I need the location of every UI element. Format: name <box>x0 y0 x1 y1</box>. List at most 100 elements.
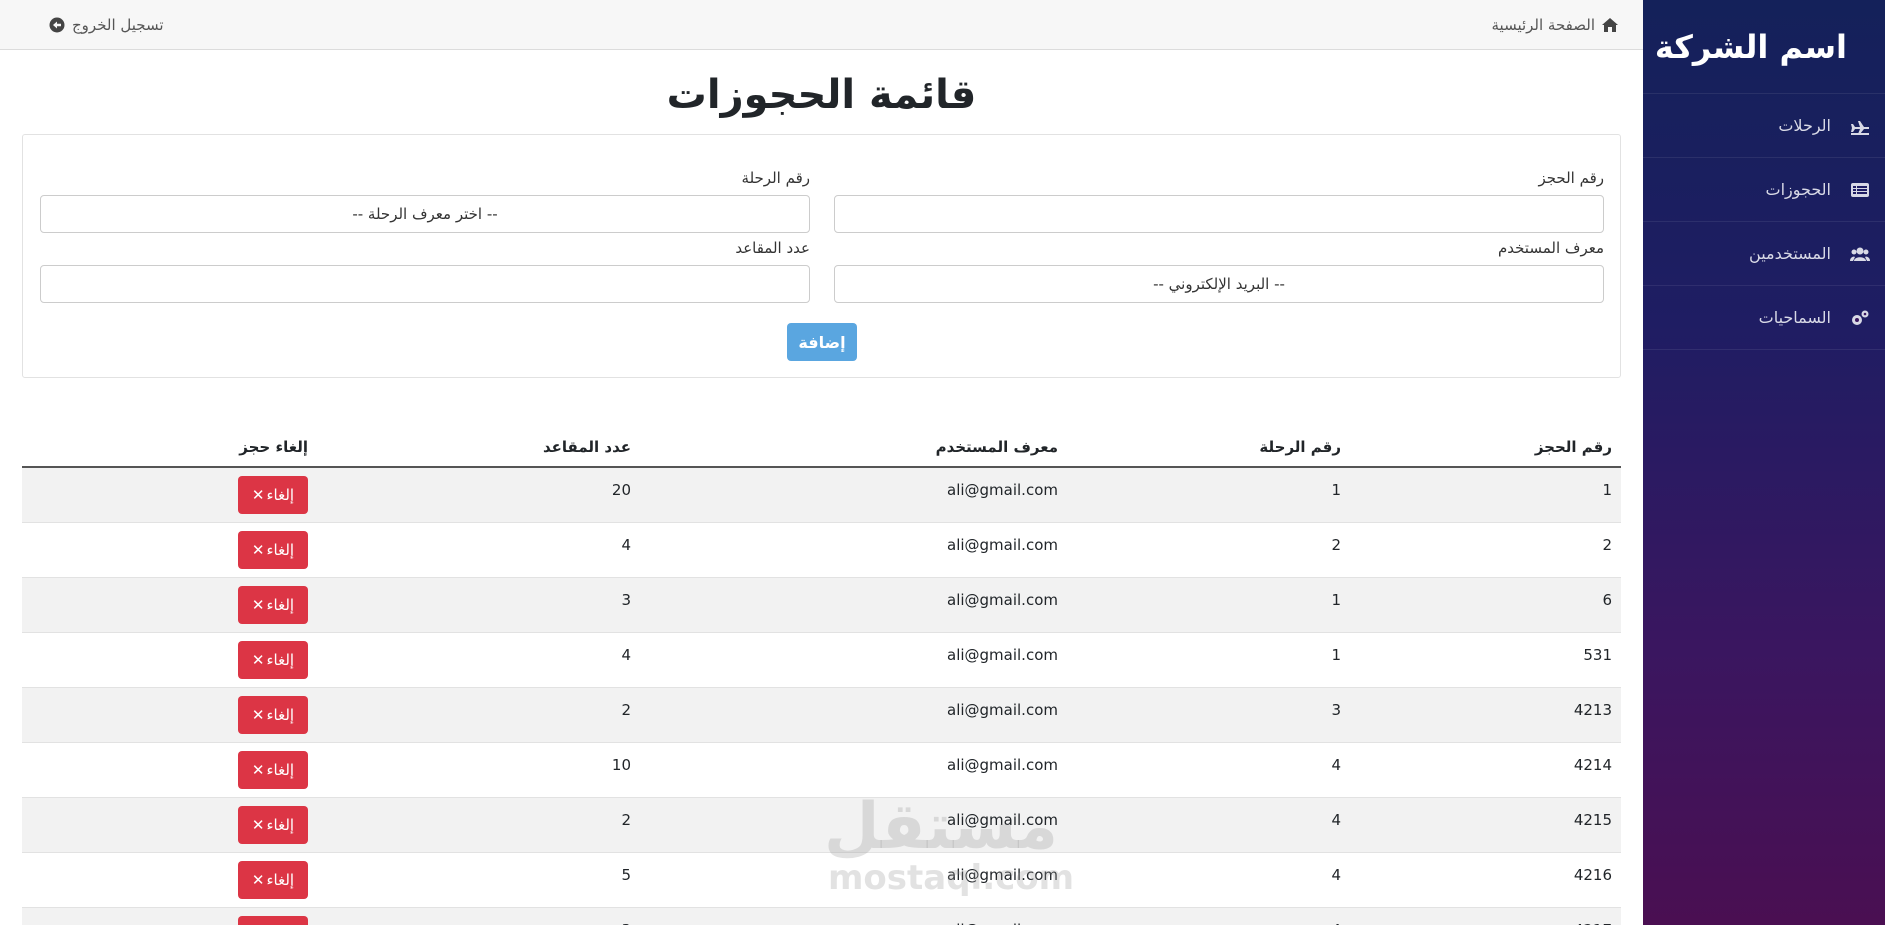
table-row: 4216 4 ali@gmail.com 5 إلغاء ✕ <box>22 853 1621 908</box>
cell-booking-no: 2 <box>1602 536 1612 554</box>
cell-booking-no: 4213 <box>1573 701 1612 719</box>
sidebar-item-bookings[interactable]: الحجوزات <box>1643 158 1885 222</box>
cell-booking-no: 4216 <box>1573 866 1612 884</box>
bookings-table: رقم الحجز رقم الرحلة معرف المستخدم عدد ا… <box>22 428 1621 925</box>
home-link[interactable]: الصفحة الرئيسية <box>1492 16 1620 34</box>
sidebar-item-label: السماحيات <box>1758 308 1831 327</box>
booking-no-label: رقم الحجز <box>1538 169 1604 187</box>
cell-user-id: ali@gmail.com <box>947 481 1058 499</box>
cell-user-id: ali@gmail.com <box>947 756 1058 774</box>
table-row: 1 1 ali@gmail.com 20 إلغاء ✕ <box>22 468 1621 523</box>
seats-label: عدد المقاعد <box>735 239 810 257</box>
cell-cancel: إلغاء✕ <box>22 578 317 632</box>
cancel-booking-button[interactable]: إلغاء✕ <box>238 586 308 624</box>
sidebar-item-permissions[interactable]: السماحيات <box>1643 286 1885 350</box>
sidebar-item-label: الرحلات <box>1778 116 1831 135</box>
seats-input[interactable] <box>40 265 810 303</box>
cell-seats: 2 <box>621 701 631 719</box>
cancel-booking-button[interactable]: إلغاء✕ <box>238 751 308 789</box>
header-cancel: إلغاء حجز <box>239 438 308 456</box>
cell-user-id: ali@gmail.com <box>947 646 1058 664</box>
cell-booking-no: 4217 <box>1350 908 1621 925</box>
cell-user-id: ali@gmail.com <box>640 908 1067 925</box>
cell-cancel: إلغاء✕ <box>22 798 317 852</box>
booking-no-field: رقم الحجز <box>834 169 1604 233</box>
flight-no-select[interactable]: -- اختر معرف الرحلة -- <box>40 195 810 233</box>
page-title: قائمة الحجوزات <box>666 72 977 118</box>
cell-flight-no: 4 <box>1331 756 1341 774</box>
booking-no-input[interactable] <box>834 195 1604 233</box>
sidebar-item-label: المستخدمين <box>1749 244 1831 263</box>
cancel-button-label: إلغاء <box>266 486 295 504</box>
cell-flight-no: 3 <box>1331 701 1341 719</box>
cell-user-id: ali@gmail.com <box>947 701 1058 719</box>
cancel-booking-button[interactable]: إلغاء✕ <box>238 861 308 899</box>
flight-no-field: رقم الرحلة -- اختر معرف الرحلة -- <box>40 169 810 233</box>
close-icon: ✕ <box>251 871 265 889</box>
cell-flight-no: 1 <box>1331 481 1341 499</box>
logout-link-label: تسجيل الخروج <box>72 15 164 34</box>
cell-seats: 5 <box>621 866 631 884</box>
cell-seats: 10 <box>611 756 631 774</box>
user-id-select[interactable]: -- البريد الإلكتروني -- <box>834 265 1604 303</box>
close-icon: ✕ <box>251 761 265 779</box>
cell-seats: 20 <box>611 481 631 499</box>
cancel-button-label: إلغاء <box>266 871 295 889</box>
cell-user-id: ali@gmail.com <box>947 866 1058 884</box>
seats-field: عدد المقاعد <box>40 239 810 303</box>
main-content: قائمة الحجوزات رقم الحجز رقم الرحلة -- ا… <box>22 50 1621 925</box>
cell-seats: 3 <box>621 591 631 609</box>
list-icon <box>1849 181 1871 199</box>
plane-icon <box>1849 117 1871 135</box>
cancel-button-label: إلغاء <box>266 761 295 779</box>
sign-out-icon <box>49 17 65 32</box>
top-bar: الصفحة الرئيسية تسجيل الخروج <box>0 0 1643 50</box>
cell-flight-no: 1 <box>1331 591 1341 609</box>
cell-user-id: ali@gmail.com <box>947 591 1058 609</box>
close-icon: ✕ <box>251 651 265 669</box>
table-row: 6 1 ali@gmail.com 3 إلغاء ✕ <box>22 578 1621 633</box>
cancel-booking-button[interactable]: إلغاء✕ <box>238 806 308 844</box>
add-button[interactable]: إضافة <box>787 323 857 361</box>
user-id-field: معرف المستخدم -- البريد الإلكتروني -- <box>834 239 1604 303</box>
header-flight-no: رقم الرحلة <box>1259 438 1341 456</box>
cancel-booking-button[interactable]: إلغاء✕ <box>238 916 308 925</box>
close-icon: ✕ <box>251 486 265 504</box>
cell-cancel: إلغاء✕ <box>22 853 317 907</box>
cancel-button-label: إلغاء <box>266 541 295 559</box>
header-seats: عدد المقاعد <box>542 438 631 456</box>
cancel-button-label: إلغاء <box>266 596 295 614</box>
user-id-label: معرف المستخدم <box>1497 239 1604 257</box>
sidebar-item-users[interactable]: المستخدمين <box>1643 222 1885 286</box>
cell-flight-no: 4 <box>1067 908 1350 925</box>
sidebar-item-flights[interactable]: الرحلات <box>1643 94 1885 158</box>
table-row: 4213 3 ali@gmail.com 2 إلغاء ✕ <box>22 688 1621 743</box>
cancel-booking-button[interactable]: إلغاء✕ <box>238 641 308 679</box>
cell-seats: 4 <box>621 646 631 664</box>
table-header: رقم الحجز رقم الرحلة معرف المستخدم عدد ا… <box>22 428 1621 468</box>
cell-seats: 2 <box>621 811 631 829</box>
gears-icon <box>1849 309 1871 327</box>
cell-booking-no: 4214 <box>1573 756 1612 774</box>
cancel-booking-button[interactable]: إلغاء✕ <box>238 476 308 514</box>
table-row: 4214 4 ali@gmail.com 10 إلغاء ✕ <box>22 743 1621 798</box>
cell-booking-no: 1 <box>1602 481 1612 499</box>
cell-seats: 3 <box>317 908 640 925</box>
cancel-booking-button[interactable]: إلغاء✕ <box>238 696 308 734</box>
sidebar: اسم الشركة الرحلات الحجوزات المستخدمين ا… <box>1643 0 1885 925</box>
cell-user-id: ali@gmail.com <box>947 536 1058 554</box>
logout-link[interactable]: تسجيل الخروج <box>48 16 164 34</box>
cancel-button-label: إلغاء <box>266 651 295 669</box>
cell-flight-no: 1 <box>1331 646 1341 664</box>
table-body: 1 1 ali@gmail.com 20 إلغاء ✕ 2 2 ali@gmail.com 4 إ… <box>22 468 1621 925</box>
table-row: 531 1 ali@gmail.com 4 إلغاء ✕ <box>22 633 1621 688</box>
cancel-button-label: إلغاء <box>266 816 295 834</box>
cancel-booking-button[interactable]: إلغاء✕ <box>238 531 308 569</box>
table-row: 2 2 ali@gmail.com 4 إلغاء ✕ <box>22 523 1621 578</box>
table-row: 4215 4 ali@gmail.com 2 إلغاء ✕ <box>22 798 1621 853</box>
close-icon: ✕ <box>251 816 265 834</box>
cell-flight-no: 2 <box>1331 536 1341 554</box>
cell-flight-no: 4 <box>1331 811 1341 829</box>
home-link-label: الصفحة الرئيسية <box>1491 15 1596 34</box>
cell-booking-no: 531 <box>1583 646 1612 664</box>
